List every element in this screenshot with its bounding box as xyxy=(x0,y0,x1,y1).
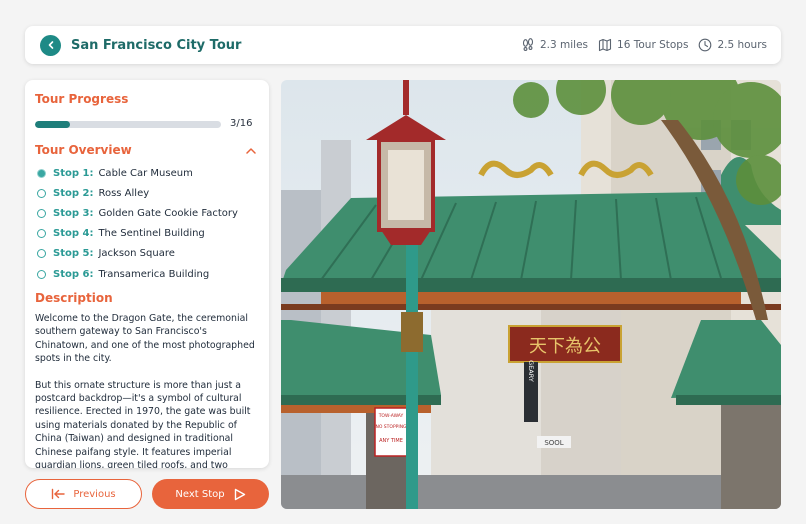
stop-item[interactable]: Stop 3: Golden Gate Cookie Factory xyxy=(37,203,262,223)
stop-list: Stop 1: Cable Car Museum Stop 2: Ross Alley… xyxy=(37,163,262,284)
distance-value: 2.3 miles xyxy=(540,39,589,51)
stop-number: Stop 4: xyxy=(53,228,94,240)
street-sign-text: GEARY xyxy=(527,360,535,382)
play-icon xyxy=(234,488,245,500)
distance-stat: 2.3 miles xyxy=(521,38,588,52)
stop-status-icon xyxy=(37,168,46,178)
stop-status-icon xyxy=(37,229,46,239)
duration-value: 2.5 hours xyxy=(717,39,767,51)
description-title: Description xyxy=(35,291,113,305)
stop-status-icon xyxy=(37,188,46,198)
tour-details-panel: Tour Progress 3/16 Tour Overview Stop 1:… xyxy=(25,80,269,468)
arrow-left-to-line-icon xyxy=(52,488,66,500)
gate-sign-text: 天下為公 xyxy=(529,336,601,357)
tow-sign-line-1: TOW-AWAY xyxy=(378,413,404,419)
store-sign-text: SOOL xyxy=(544,439,563,447)
stop-status-icon xyxy=(37,269,46,279)
previous-label: Previous xyxy=(73,488,116,500)
overview-title: Tour Overview xyxy=(35,143,132,157)
progress-fill xyxy=(35,121,70,128)
stop-name: Golden Gate Cookie Factory xyxy=(98,207,238,219)
stop-status-icon xyxy=(37,249,46,259)
stop-number: Stop 6: xyxy=(53,268,94,280)
stop-status-icon xyxy=(37,208,46,218)
stop-name: Transamerica Building xyxy=(98,268,210,280)
stop-name: Ross Alley xyxy=(98,187,150,199)
dragon-gate-image: 天下為公 GEARY TOW-AWAY NO STOPPING ANY TIME… xyxy=(281,80,781,509)
next-stop-label: Next Stop xyxy=(175,488,225,500)
stop-item[interactable]: Stop 6: Transamerica Building xyxy=(37,264,262,284)
back-button[interactable] xyxy=(40,34,61,56)
header-bar: San Francisco City Tour 2.3 miles 16 Tou… xyxy=(25,26,781,64)
stop-name: Jackson Square xyxy=(98,248,175,260)
stops-stat: 16 Tour Stops xyxy=(598,38,688,52)
description-paragraph-2: But this ornate structure is more than j… xyxy=(35,379,251,468)
chevron-up-icon[interactable] xyxy=(245,146,257,156)
back-arrow-icon xyxy=(48,41,53,49)
stop-item[interactable]: Stop 4: The Sentinel Building xyxy=(37,224,262,244)
page-title: San Francisco City Tour xyxy=(71,37,242,53)
stop-number: Stop 5: xyxy=(53,248,94,260)
stop-item[interactable]: Stop 1: Cable Car Museum xyxy=(37,163,262,183)
stops-value: 16 Tour Stops xyxy=(617,39,689,51)
next-stop-button[interactable]: Next Stop xyxy=(152,479,269,509)
footprints-icon xyxy=(522,38,534,51)
stop-name: Cable Car Museum xyxy=(98,167,193,179)
tour-stats: 2.3 miles 16 Tour Stops 2.5 hours xyxy=(521,38,767,52)
previous-button[interactable]: Previous xyxy=(25,479,142,509)
tow-sign-line-3: ANY TIME xyxy=(379,438,403,444)
duration-stat: 2.5 hours xyxy=(698,38,767,52)
tow-sign-line-2: NO STOPPING xyxy=(375,424,407,430)
progress-bar xyxy=(35,121,221,128)
progress-count: 3/16 xyxy=(230,118,253,129)
stop-number: Stop 2: xyxy=(53,187,94,199)
description-paragraph-1: Welcome to the Dragon Gate, the ceremoni… xyxy=(35,313,255,365)
stop-name: The Sentinel Building xyxy=(98,228,205,240)
stop-item[interactable]: Stop 5: Jackson Square xyxy=(37,244,262,264)
map-icon xyxy=(598,38,612,52)
progress-title: Tour Progress xyxy=(35,92,129,106)
description-text: Welcome to the Dragon Gate, the ceremoni… xyxy=(35,312,261,468)
stop-number: Stop 1: xyxy=(53,167,94,179)
stop-photo: 天下為公 GEARY TOW-AWAY NO STOPPING ANY TIME… xyxy=(281,80,781,509)
clock-icon xyxy=(699,38,712,52)
stop-item[interactable]: Stop 2: Ross Alley xyxy=(37,183,262,203)
stop-number: Stop 3: xyxy=(53,207,94,219)
